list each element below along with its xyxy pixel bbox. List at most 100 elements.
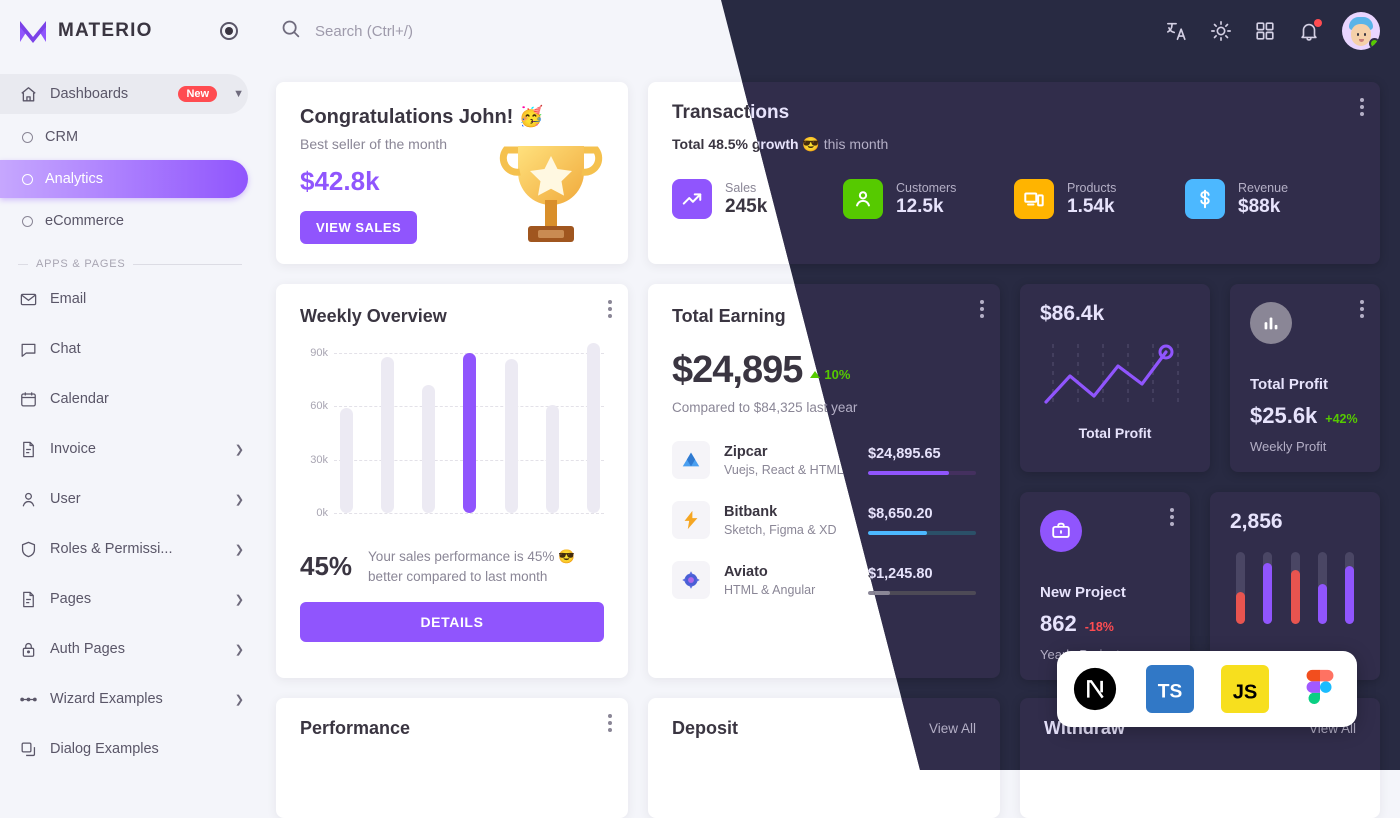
transactions-menu-button[interactable] [1360, 98, 1364, 116]
dots-line-icon [18, 689, 38, 709]
right-column-light: $86.4k Total Profit Total Profit [1020, 284, 1380, 678]
sidebar-item-crm[interactable]: CRM [0, 118, 248, 156]
sidebar-item-chat[interactable]: Chat [0, 326, 248, 372]
sidebar-item-email[interactable]: Email [0, 276, 248, 322]
grid-apps-icon[interactable] [1254, 20, 1276, 42]
performance-menu-button[interactable] [608, 714, 612, 732]
sidebar-item-auth-pages[interactable]: Auth Pages ❯ [0, 626, 248, 672]
deposit-card: Deposit View All [648, 698, 1000, 818]
deposit-view-all-link[interactable]: View All [929, 721, 976, 736]
sidebar-item-label: Dashboards [50, 86, 129, 102]
earning-desc: HTML & Angular [724, 582, 816, 597]
user-avatar[interactable] [1342, 12, 1380, 50]
earning-title: Total Earning [672, 306, 786, 326]
sidebar-item-label: Wizard Examples [50, 691, 163, 707]
brand-name: MATERIO [58, 20, 153, 41]
earning-row[interactable]: Bitbank Sketch, Figma & XD $8,650.20 [672, 501, 976, 539]
chevron-right-icon[interactable]: ❯ [235, 693, 244, 706]
chevron-right-icon[interactable]: ❯ [235, 443, 244, 456]
bar[interactable] [586, 343, 600, 513]
zipcar-logo [672, 441, 710, 479]
svg-text:TS: TS [1157, 682, 1182, 703]
sidebar-item-user[interactable]: User ❯ [0, 476, 248, 522]
bell-icon[interactable] [1298, 19, 1322, 42]
bar[interactable] [340, 407, 353, 513]
stat-value: 245k [725, 195, 768, 217]
earning-price: $24,895.65 [868, 445, 941, 462]
earning-amount: $24,895 [672, 349, 803, 391]
total-earning-card: Total Earning $24,895 10% Compared to $8… [648, 284, 1000, 678]
stat-products: Products 1.54k [1014, 179, 1185, 219]
search-icon [280, 18, 301, 44]
earning-price: $1,245.80 [868, 565, 933, 582]
shield-icon [18, 539, 38, 559]
sidebar-item-wizard-examples[interactable]: Wizard Examples ❯ [0, 676, 248, 722]
performance-note: Your sales performance is 45% 😎 better c… [368, 549, 575, 584]
sidebar-item-calendar[interactable]: Calendar [0, 376, 248, 422]
congratulations-card: Congratulations John! 🥳 Best seller of t… [276, 82, 628, 264]
trending-up-icon [672, 179, 712, 219]
stat-label: Customers [896, 180, 957, 195]
earning-desc: Vuejs, React & HTML [724, 462, 844, 477]
earning-menu-button[interactable] [980, 300, 984, 318]
typescript-logo[interactable]: TS [1145, 665, 1194, 713]
svg-text:JS: JS [1232, 682, 1257, 704]
sidebar-item-label: Email [50, 291, 87, 307]
sidebar-item-pages[interactable]: Pages ❯ [0, 576, 248, 622]
search-input[interactable] [315, 22, 645, 40]
trophy-icon [499, 146, 603, 242]
translate-icon[interactable] [1166, 20, 1188, 42]
stat-value: 12.5k [896, 195, 944, 217]
collapse-radio-icon[interactable] [220, 22, 238, 40]
search-box[interactable] [260, 18, 645, 44]
chat-icon [18, 339, 38, 359]
stat-revenue: Revenue $88k [1185, 179, 1356, 219]
sidebar-item-ecommerce[interactable]: eCommerce [0, 202, 248, 240]
transactions-title: Transactions [672, 102, 790, 123]
nextjs-logo[interactable] [1071, 665, 1119, 713]
bar[interactable] [545, 405, 559, 513]
materio-logo [20, 21, 46, 43]
earning-row[interactable]: Aviato HTML & Angular $1,245.80 [672, 561, 976, 599]
total-profit-chart-card: $86.4k Total Profit [1020, 284, 1190, 471]
javascript-logo[interactable]: JS [1220, 665, 1269, 713]
ytick: 90k [310, 347, 328, 359]
bar[interactable] [504, 359, 518, 513]
sidebar-item-roles-permissions[interactable]: Roles & Permissi... ❯ [0, 526, 248, 572]
sidebar-item-dashboards[interactable]: Dashboards New ▼ [0, 74, 248, 114]
chevron-right-icon[interactable]: ❯ [235, 643, 244, 656]
bar[interactable] [422, 385, 436, 513]
bar[interactable] [381, 356, 395, 513]
sidebar-item-label: Auth Pages [50, 641, 125, 657]
stat-label: Revenue [1238, 180, 1289, 195]
stat-label: Products [1067, 180, 1117, 195]
chevron-down-icon[interactable]: ▼ [233, 88, 244, 100]
sidebar-item-label: User [50, 491, 81, 507]
chevron-right-icon[interactable]: ❯ [235, 593, 244, 606]
figma-logo[interactable] [1296, 665, 1344, 713]
earning-name: Zipcar [724, 443, 768, 460]
sidebar-item-label: Invoice [50, 441, 96, 457]
y-axis-labels: 90k 60k 30k 0k [300, 347, 332, 519]
sidebar-item-dialog-examples[interactable]: Dialog Examples [0, 726, 248, 772]
sidebar-item-label: eCommerce [45, 213, 124, 229]
lock-icon [18, 639, 38, 659]
stat-customers: Customers 12.5k [843, 179, 1014, 219]
details-button[interactable]: DETAILS [300, 602, 604, 643]
chevron-right-icon[interactable]: ❯ [235, 493, 244, 506]
earning-row[interactable]: Zipcar Vuejs, React & HTML $24,895.65 [672, 441, 976, 479]
sidebar-item-invoice[interactable]: Invoice ❯ [0, 426, 248, 472]
weekly-menu-button[interactable] [608, 300, 612, 318]
transactions-stats: Sales 245k Customers 12.5k Products 1.54… [672, 179, 1356, 219]
performance-card: Performance [276, 698, 628, 818]
user-icon [18, 489, 38, 509]
sidebar-item-analytics[interactable]: Analytics [0, 160, 248, 198]
total-profit-caption: Total Profit [1068, 410, 1142, 426]
bar-highlighted[interactable] [463, 353, 477, 513]
earning-compare: Compared to $84,325 last year [672, 400, 858, 415]
aviato-logo [672, 561, 710, 599]
view-sales-button[interactable]: VIEW SALES [300, 211, 418, 244]
sun-icon[interactable] [1210, 20, 1232, 42]
chevron-right-icon[interactable]: ❯ [235, 543, 244, 556]
earning-name: Aviato [724, 563, 768, 580]
